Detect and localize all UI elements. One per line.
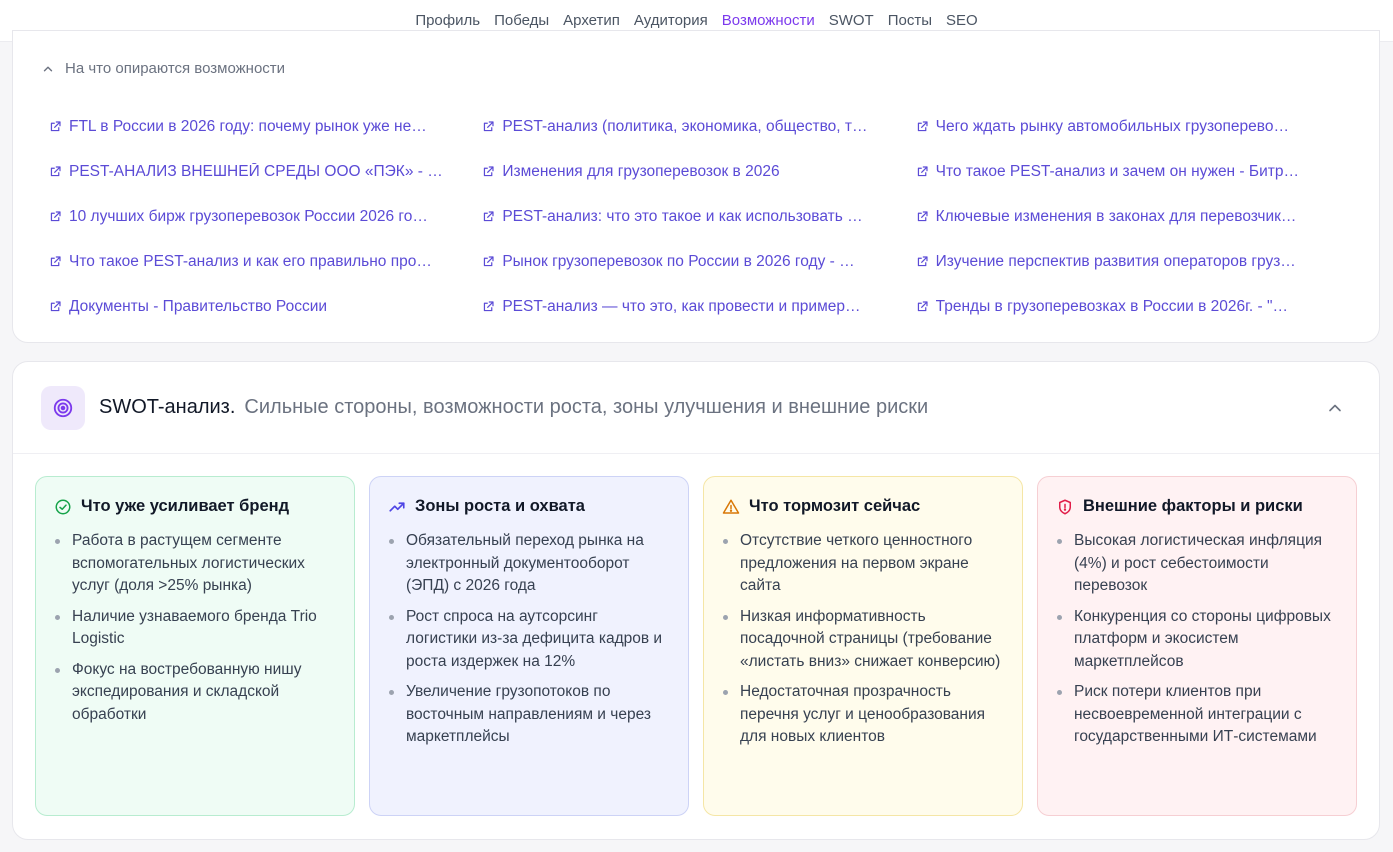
nav-tab-posts[interactable]: Посты bbox=[888, 12, 932, 29]
list-item: Рост спроса на аутсорсинг логистики из-з… bbox=[388, 606, 670, 674]
list-item: Высокая логистическая инфляция (4%) и ро… bbox=[1056, 530, 1338, 598]
nav-tab-profile[interactable]: Профиль bbox=[415, 12, 480, 29]
nav-tab-opportunities[interactable]: Возможности bbox=[722, 12, 815, 29]
source-link-text: PEST-анализ (политика, экономика, общест… bbox=[502, 117, 868, 135]
swot-header[interactable]: SWOT-анализ. Сильные стороны, возможност… bbox=[13, 362, 1379, 454]
sources-link-row: PEST-АНАЛИЗ ВНЕШНЕЙ СРЕДЫ ООО «ПЭК» - … И… bbox=[49, 149, 1349, 194]
source-link[interactable]: FTL в России в 2026 году: почему рынок у… bbox=[49, 104, 482, 149]
trending-up-icon bbox=[389, 501, 405, 512]
chevron-up-icon[interactable] bbox=[1327, 400, 1343, 416]
nav-tab-swot[interactable]: SWOT bbox=[829, 12, 874, 29]
external-link-icon bbox=[484, 121, 494, 132]
source-link[interactable]: 10 лучших бирж грузоперевозок России 202… bbox=[49, 194, 482, 239]
chevron-up-icon bbox=[43, 66, 53, 71]
list-item: Конкуренция со стороны цифровых платформ… bbox=[1056, 606, 1338, 674]
nav-tab-wins[interactable]: Победы bbox=[494, 12, 549, 29]
external-link-icon bbox=[484, 211, 494, 222]
sources-toggle-label: На что опираются возможности bbox=[65, 60, 286, 77]
source-link-text: Чего ждать рынку автомобильных грузопере… bbox=[935, 117, 1289, 135]
source-link[interactable]: PEST-анализ (политика, экономика, общест… bbox=[482, 104, 915, 149]
swot-threats: Внешние факторы и риски Высокая логистич… bbox=[1037, 476, 1357, 816]
sources-links: FTL в России в 2026 году: почему рынок у… bbox=[49, 104, 1349, 329]
quadrant-title: Внешние факторы и риски bbox=[1083, 497, 1303, 515]
sources-link-row: Что такое PEST-анализ и как его правильн… bbox=[49, 239, 1349, 284]
source-link-text: PEST-АНАЛИЗ ВНЕШНЕЙ СРЕДЫ ООО «ПЭК» - … bbox=[69, 162, 443, 180]
swot-subtitle: Сильные стороны, возможности роста, зоны… bbox=[244, 396, 929, 418]
check-circle-icon bbox=[55, 499, 71, 514]
list-item: Отсутствие четкого ценностного предложен… bbox=[722, 530, 1004, 598]
sources-link-row: 10 лучших бирж грузоперевозок России 202… bbox=[49, 194, 1349, 239]
source-link[interactable]: Рынок грузоперевозок по России в 2026 го… bbox=[482, 239, 915, 284]
source-link-text: FTL в России в 2026 году: почему рынок у… bbox=[69, 117, 427, 135]
external-link-icon bbox=[484, 301, 494, 312]
source-link-text: Что такое PEST-анализ и как его правильн… bbox=[69, 252, 432, 270]
sources-link-row: FTL в России в 2026 году: почему рынок у… bbox=[49, 104, 1349, 149]
source-link[interactable]: PEST-анализ: что это такое и как использ… bbox=[482, 194, 915, 239]
source-link-text: Рынок грузоперевозок по России в 2026 го… bbox=[502, 252, 855, 270]
list-item: Работа в растущем сегменте вспомогательн… bbox=[54, 530, 336, 598]
swot-card: SWOT-анализ. Сильные стороны, возможност… bbox=[12, 361, 1380, 840]
list-item: Наличие узнаваемого бренда Trio Logistic bbox=[54, 606, 336, 651]
external-link-icon bbox=[50, 166, 61, 177]
external-link-icon bbox=[50, 256, 61, 267]
source-link-text: Изменения для грузоперевозок в 2026 bbox=[502, 162, 780, 180]
list-item: Низкая информативность посадочной страни… bbox=[722, 606, 1004, 674]
source-link[interactable]: Что такое PEST-анализ и как его правильн… bbox=[49, 239, 482, 284]
external-link-icon bbox=[50, 211, 61, 222]
source-link-text: Документы - Правительство России bbox=[69, 297, 328, 315]
source-link[interactable]: Тренды в грузоперевозках в России в 2026… bbox=[916, 284, 1349, 329]
swot-opportunities: Зоны роста и охвата Обязательный переход… bbox=[369, 476, 689, 816]
external-link-icon bbox=[917, 211, 928, 222]
source-link-text: Ключевые изменения в законах для перевоз… bbox=[935, 207, 1297, 225]
source-link[interactable]: Документы - Правительство России bbox=[49, 284, 482, 329]
shield-alert-icon bbox=[1059, 499, 1071, 514]
nav-tab-audience[interactable]: Аудитория bbox=[634, 12, 708, 29]
target-icon bbox=[41, 385, 85, 430]
external-link-icon bbox=[917, 121, 928, 132]
source-link-text: Изучение перспектив развития операторов … bbox=[935, 252, 1296, 270]
quadrant-title: Зоны роста и охвата bbox=[415, 497, 585, 515]
external-link-icon bbox=[484, 256, 494, 267]
external-link-icon bbox=[50, 301, 61, 312]
swot-strengths: Что уже усиливает бренд Работа в растуще… bbox=[35, 476, 355, 816]
external-link-icon bbox=[484, 166, 494, 177]
source-link-text: PEST-анализ — что это, как провести и пр… bbox=[502, 297, 861, 315]
swot-weaknesses: Что тормозит сейчас Отсутствие четкого ц… bbox=[703, 476, 1023, 816]
source-link[interactable]: Что такое PEST-анализ и зачем он нужен -… bbox=[916, 149, 1349, 194]
external-link-icon bbox=[917, 256, 928, 267]
external-link-icon bbox=[917, 301, 928, 312]
source-link-text: Что такое PEST-анализ и зачем он нужен -… bbox=[935, 162, 1299, 180]
source-link[interactable]: Чего ждать рынку автомобильных грузопере… bbox=[916, 104, 1349, 149]
source-link-text: 10 лучших бирж грузоперевозок России 202… bbox=[69, 207, 428, 225]
sources-link-row: Документы - Правительство России PEST-ана… bbox=[49, 284, 1349, 329]
list-item: Фокус на востребованную нишу экспедирова… bbox=[54, 659, 336, 727]
source-link[interactable]: Изучение перспектив развития операторов … bbox=[916, 239, 1349, 284]
nav-tab-seo[interactable]: SEO bbox=[946, 12, 978, 29]
quadrant-title: Что уже усиливает бренд bbox=[81, 497, 290, 515]
source-link[interactable]: Ключевые изменения в законах для перевоз… bbox=[916, 194, 1349, 239]
external-link-icon bbox=[917, 166, 928, 177]
warning-triangle-icon bbox=[722, 499, 740, 514]
source-link-text: PEST-анализ: что это такое и как использ… bbox=[502, 207, 863, 225]
swot-title: SWOT-анализ. bbox=[99, 396, 236, 418]
sources-card: На что опираются возможности FTL в Росси… bbox=[12, 30, 1380, 343]
external-link-icon bbox=[50, 121, 61, 132]
list-item: Обязательный переход рынка на электронны… bbox=[388, 530, 670, 598]
source-link-text: Тренды в грузоперевозках в России в 2026… bbox=[935, 297, 1288, 315]
swot-quadrants: Что уже усиливает бренд Работа в растуще… bbox=[35, 476, 1357, 816]
source-link[interactable]: PEST-АНАЛИЗ ВНЕШНЕЙ СРЕДЫ ООО «ПЭК» - … bbox=[49, 149, 482, 194]
list-item: Риск потери клиентов при несвоевременной… bbox=[1056, 681, 1338, 749]
source-link[interactable]: PEST-анализ — что это, как провести и пр… bbox=[482, 284, 915, 329]
list-item: Недостаточная прозрачность перечня услуг… bbox=[722, 681, 1004, 749]
nav-tab-archetype[interactable]: Архетип bbox=[563, 12, 620, 29]
quadrant-title: Что тормозит сейчас bbox=[749, 497, 921, 515]
list-item: Увеличение грузопотоков по восточным нап… bbox=[388, 681, 670, 749]
sources-toggle[interactable]: На что опираются возможности bbox=[41, 60, 285, 77]
source-link[interactable]: Изменения для грузоперевозок в 2026 bbox=[482, 149, 915, 194]
